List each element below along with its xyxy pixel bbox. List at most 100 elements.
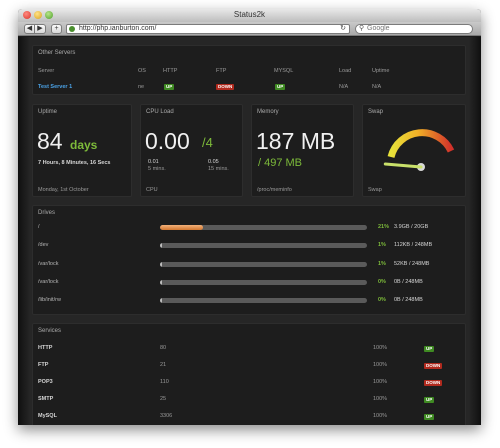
service-port: 80 xyxy=(160,345,167,351)
title-bar: Status2k xyxy=(18,9,481,22)
service-uptime: 100% xyxy=(373,345,388,351)
service-name: HTTP xyxy=(38,345,53,351)
server-os: ne xyxy=(138,84,145,90)
service-uptime: 100% xyxy=(373,396,388,402)
server-http-status-badge: UP xyxy=(164,84,175,90)
service-status-badge: UP xyxy=(424,346,435,352)
drive-usage-bar xyxy=(160,225,367,230)
gauge-arc xyxy=(387,129,455,159)
drive-percent: 21% xyxy=(378,224,390,230)
gauge-needle xyxy=(383,162,423,169)
cpu-load-panel: CPU Load 0.00 /4 0.01 5 mins. 0.05 15 mi… xyxy=(140,104,243,197)
services-title: Services xyxy=(38,328,62,334)
uptime-days-unit: days xyxy=(70,138,98,152)
window-title: Status2k xyxy=(233,10,266,19)
service-status-badge: DOWN xyxy=(424,363,443,369)
service-port: 21 xyxy=(160,362,167,368)
cpu-load-15: 0.05 xyxy=(208,159,219,165)
drive-usage-fill xyxy=(160,298,163,303)
other-servers-title: Other Servers xyxy=(38,50,76,56)
page-content: Other Servers Server OS HTTP FTP MYSQL L… xyxy=(18,37,481,425)
drive-usage-text: 0B / 248MB xyxy=(394,297,423,303)
drive-usage-bar xyxy=(160,262,367,267)
browser-window: Status2k ◀ ▶ + http://php.ianburton.com/… xyxy=(18,9,481,425)
column-http: HTTP xyxy=(163,68,178,74)
drive-usage-text: 3.9GB / 20GB xyxy=(394,224,429,230)
swap-footer: Swap xyxy=(368,187,382,193)
service-uptime: 100% xyxy=(373,413,388,419)
cpu-load-5: 0.01 xyxy=(148,159,159,165)
uptime-panel: Uptime 84 days 7 Hours, 8 Minutes, 16 Se… xyxy=(32,104,132,197)
drives-panel: Drives / 21% 3.9GB / 20GB/dev 1% 112KB / 248… xyxy=(32,205,466,315)
swap-panel: Swap Swap xyxy=(362,104,466,197)
drive-path: /var/lock xyxy=(38,279,59,285)
services-panel: Services HTTP 80 100% UP FTP 21 100% DOWN POP3 11… xyxy=(32,323,466,425)
drive-percent: 0% xyxy=(378,297,386,303)
cpu-cores: /4 xyxy=(202,135,213,150)
server-uptime: N/A xyxy=(372,84,382,90)
memory-used-value: 187 MB xyxy=(256,128,336,154)
column-load: Load xyxy=(339,68,352,74)
column-os: OS xyxy=(138,68,146,74)
drive-usage-fill xyxy=(160,243,163,248)
drive-usage-bar xyxy=(160,280,367,285)
back-button[interactable]: ◀ xyxy=(24,24,35,34)
address-bar[interactable]: http://php.ianburton.com/ ↻ xyxy=(66,24,350,34)
column-mysql: MYSQL xyxy=(274,68,294,74)
other-servers-panel: Other Servers Server OS HTTP FTP MYSQL L… xyxy=(32,45,466,95)
drive-percent: 1% xyxy=(378,261,386,267)
drive-usage-text: 52KB / 248MB xyxy=(394,261,430,267)
drive-usage-bar xyxy=(160,298,367,303)
service-port: 3306 xyxy=(160,413,173,419)
cpu-load-5-label: 5 mins. xyxy=(148,166,166,172)
cpu-load-value: 0.00 xyxy=(145,128,190,154)
server-ftp-status-badge: DOWN xyxy=(216,84,235,90)
drive-path: /var/lock xyxy=(38,261,59,267)
server-load: N/A xyxy=(339,84,349,90)
drive-path: /lib/init/rw xyxy=(38,297,61,303)
uptime-date: Monday, 1st October xyxy=(38,187,89,193)
site-favicon-icon xyxy=(69,26,75,32)
service-name: MySQL xyxy=(38,413,57,419)
drive-usage-fill xyxy=(160,262,163,267)
service-status-badge: UP xyxy=(424,397,435,403)
service-uptime: 100% xyxy=(373,379,388,385)
drive-path: / xyxy=(38,224,40,230)
service-status-badge: UP xyxy=(424,414,435,420)
column-uptime: Uptime xyxy=(372,68,390,74)
swap-gauge xyxy=(383,129,455,171)
add-bookmark-button[interactable]: + xyxy=(51,24,62,34)
column-server: Server xyxy=(38,68,55,74)
cpu-load-title: CPU Load xyxy=(146,109,174,115)
uptime-detail: 7 Hours, 8 Minutes, 16 Secs xyxy=(38,160,111,166)
memory-panel: Memory 187 MB / 497 MB /proc/meminfo xyxy=(251,104,354,197)
memory-title: Memory xyxy=(257,109,279,115)
search-input[interactable] xyxy=(367,25,472,32)
drive-usage-fill xyxy=(160,225,204,230)
memory-total: / 497 MB xyxy=(258,157,303,169)
address-text: http://php.ianburton.com/ xyxy=(79,25,157,32)
uptime-days-value: 84 xyxy=(37,128,63,154)
drive-percent: 1% xyxy=(378,242,386,248)
service-uptime: 100% xyxy=(373,362,388,368)
column-ftp: FTP xyxy=(216,68,227,74)
swap-title: Swap xyxy=(368,109,384,115)
service-port: 110 xyxy=(160,379,169,385)
reload-icon[interactable]: ↻ xyxy=(340,25,346,33)
browser-toolbar: ◀ ▶ + http://php.ianburton.com/ ↻ ⚲ xyxy=(18,22,481,36)
cpu-footer: CPU xyxy=(146,187,158,193)
service-status-badge: DOWN xyxy=(424,380,443,386)
server-link[interactable]: Test Server 1 xyxy=(38,84,72,90)
uptime-title: Uptime xyxy=(38,109,58,115)
search-box[interactable]: ⚲ xyxy=(355,24,473,34)
drive-path: /dev xyxy=(38,242,49,248)
drive-usage-text: 0B / 248MB xyxy=(394,279,423,285)
cpu-load-15-label: 15 mins. xyxy=(208,166,229,172)
forward-button[interactable]: ▶ xyxy=(35,24,46,34)
drive-usage-text: 112KB / 248MB xyxy=(394,242,433,248)
service-name: FTP xyxy=(38,362,49,368)
drive-usage-bar xyxy=(160,243,367,248)
search-icon: ⚲ xyxy=(359,25,365,32)
drive-percent: 0% xyxy=(378,279,386,285)
service-port: 25 xyxy=(160,396,167,402)
